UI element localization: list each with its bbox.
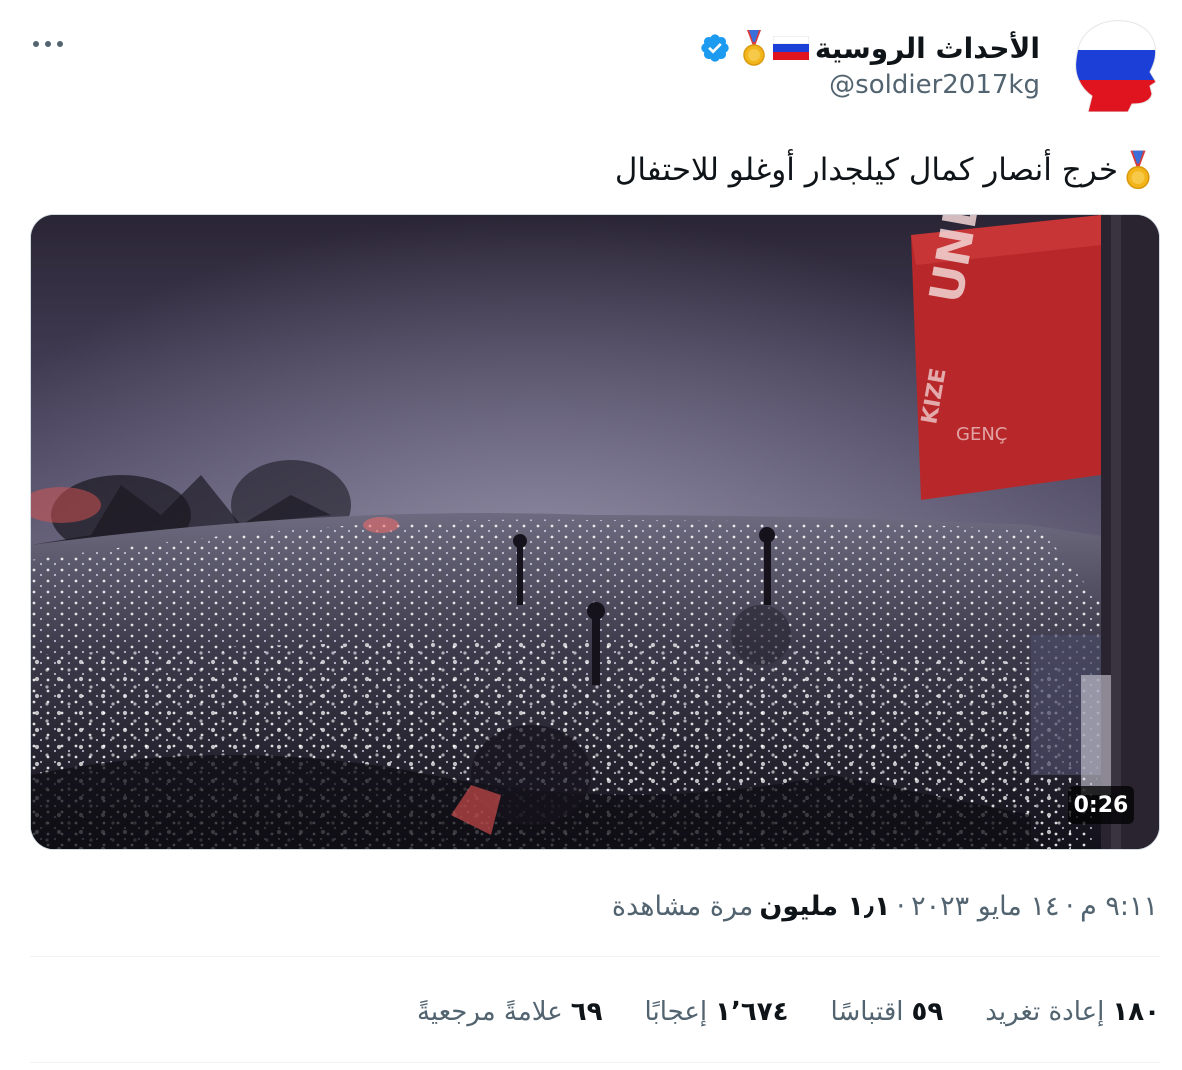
tweet-card: الأحداث الروسية @soldier2017kg خرج أنصار… bbox=[0, 0, 1182, 1070]
stat-label: إعجابًا bbox=[644, 997, 708, 1027]
meta-separator: · bbox=[1065, 890, 1075, 922]
divider bbox=[30, 1062, 1160, 1063]
author-handle[interactable]: @soldier2017kg bbox=[829, 70, 1040, 100]
avatar[interactable] bbox=[1070, 18, 1160, 113]
stat-label: علامةً مرجعيةً bbox=[416, 997, 563, 1027]
avatar-image bbox=[1075, 20, 1157, 113]
stat-count: ٦٩ bbox=[570, 997, 603, 1027]
stat-bookmarks[interactable]: ٦٩ علامةً مرجعيةً bbox=[417, 997, 603, 1027]
engagement-stats: ١٨٠ إعادة تغريد ٥٩ اقتباسًا ١٬٦٧٤ إعجابً… bbox=[417, 990, 1160, 1034]
tweet-meta: ٩:١١ م · ١٤ مايو ٢٠٢٣ · ١٫١ مليون مرة مش… bbox=[612, 886, 1158, 926]
stat-count: ١٨٠ bbox=[1112, 997, 1160, 1027]
meta-separator: · bbox=[896, 890, 906, 922]
tweet-text: خرج أنصار كمال كيلجدار أوغلو للاحتفال bbox=[615, 146, 1152, 194]
medal-icon bbox=[741, 30, 767, 66]
stat-count: ١٬٦٧٤ bbox=[715, 997, 789, 1027]
tweet-body: خرج أنصار كمال كيلجدار أوغلو للاحتفال bbox=[614, 152, 1118, 188]
stat-quotes[interactable]: ٥٩ اقتباسًا bbox=[831, 997, 944, 1027]
verified-badge-icon[interactable] bbox=[699, 32, 731, 64]
more-options-icon[interactable] bbox=[30, 34, 66, 54]
video-thumbnail: UNLU KIZE GENÇ bbox=[31, 215, 1159, 849]
svg-text:GENÇ: GENÇ bbox=[956, 424, 1007, 445]
stat-label: إعادة تغريد bbox=[985, 997, 1105, 1027]
stat-count: ٥٩ bbox=[911, 997, 944, 1027]
stat-retweets[interactable]: ١٨٠ إعادة تغريد bbox=[985, 997, 1160, 1027]
author-name-row: الأحداث الروسية bbox=[699, 28, 1040, 68]
medal-icon bbox=[1124, 149, 1152, 191]
stat-likes[interactable]: ١٬٦٧٤ إعجابًا bbox=[645, 997, 789, 1027]
views-label: مرة مشاهدة bbox=[611, 890, 754, 922]
video-player[interactable]: UNLU KIZE GENÇ bbox=[30, 214, 1160, 850]
divider bbox=[30, 956, 1160, 957]
author-display-name[interactable]: الأحداث الروسية bbox=[815, 32, 1040, 65]
russia-flag-icon bbox=[772, 35, 810, 60]
stat-label: اقتباسًا bbox=[830, 997, 904, 1027]
video-duration-badge: 0:26 bbox=[1068, 786, 1134, 824]
tweet-time[interactable]: ٩:١١ م bbox=[1080, 891, 1158, 922]
tweet-date[interactable]: ١٤ مايو ٢٠٢٣ bbox=[911, 891, 1059, 922]
views-count: ١٫١ مليون bbox=[759, 890, 891, 922]
